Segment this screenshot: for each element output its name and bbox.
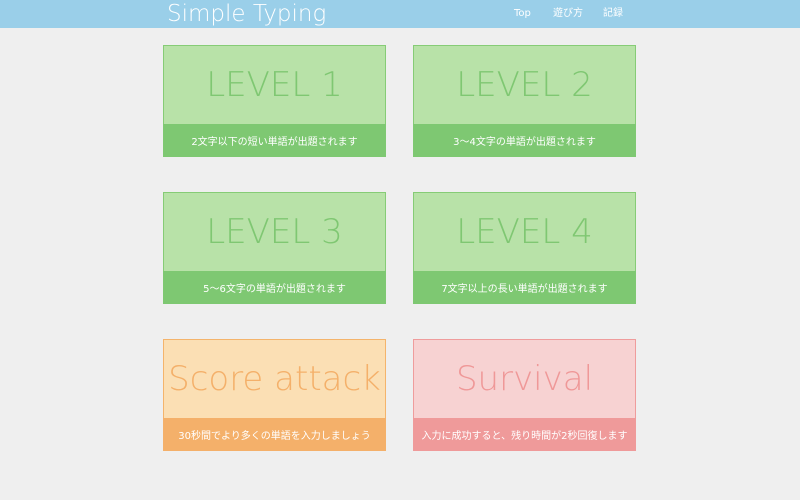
- mode-card-description: 30秒間でより多くの単語を入力しましょう: [163, 418, 386, 451]
- nav-link-records[interactable]: 記録: [603, 8, 623, 20]
- mode-card-title: Survival: [455, 359, 594, 399]
- brand-logo[interactable]: Simple Typing: [167, 1, 326, 27]
- mode-card-description: 入力に成功すると、残り時間が2秒回復します: [413, 418, 636, 451]
- mode-card-survival[interactable]: Survival 入力に成功すると、残り時間が2秒回復します: [413, 339, 636, 451]
- mode-card-title: Score attack: [168, 359, 381, 399]
- mode-card-description: 3〜4文字の単語が出題されます: [413, 124, 636, 157]
- mode-card-description: 7文字以上の長い単語が出題されます: [413, 271, 636, 304]
- mode-card-level-3[interactable]: LEVEL 3 5〜6文字の単語が出題されます: [163, 192, 386, 304]
- mode-card-description: 5〜6文字の単語が出題されます: [163, 271, 386, 304]
- mode-card-level-4[interactable]: LEVEL 4 7文字以上の長い単語が出題されます: [413, 192, 636, 304]
- mode-card-title: LEVEL 4: [456, 212, 593, 252]
- mode-card-description: 2文字以下の短い単語が出題されます: [163, 124, 386, 157]
- mode-card-title: LEVEL 1: [206, 65, 343, 105]
- mode-card-title: LEVEL 2: [456, 65, 593, 105]
- nav-link-top[interactable]: Top: [514, 8, 531, 20]
- nav-link-how-to-play[interactable]: 遊び方: [553, 8, 583, 20]
- mode-card-level-2[interactable]: LEVEL 2 3〜4文字の単語が出題されます: [413, 45, 636, 157]
- mode-card-level-1[interactable]: LEVEL 1 2文字以下の短い単語が出題されます: [163, 45, 386, 157]
- mode-card-score-attack[interactable]: Score attack 30秒間でより多くの単語を入力しましょう: [163, 339, 386, 451]
- mode-card-title: LEVEL 3: [206, 212, 343, 252]
- top-navbar: Simple Typing Top 遊び方 記録: [0, 0, 800, 28]
